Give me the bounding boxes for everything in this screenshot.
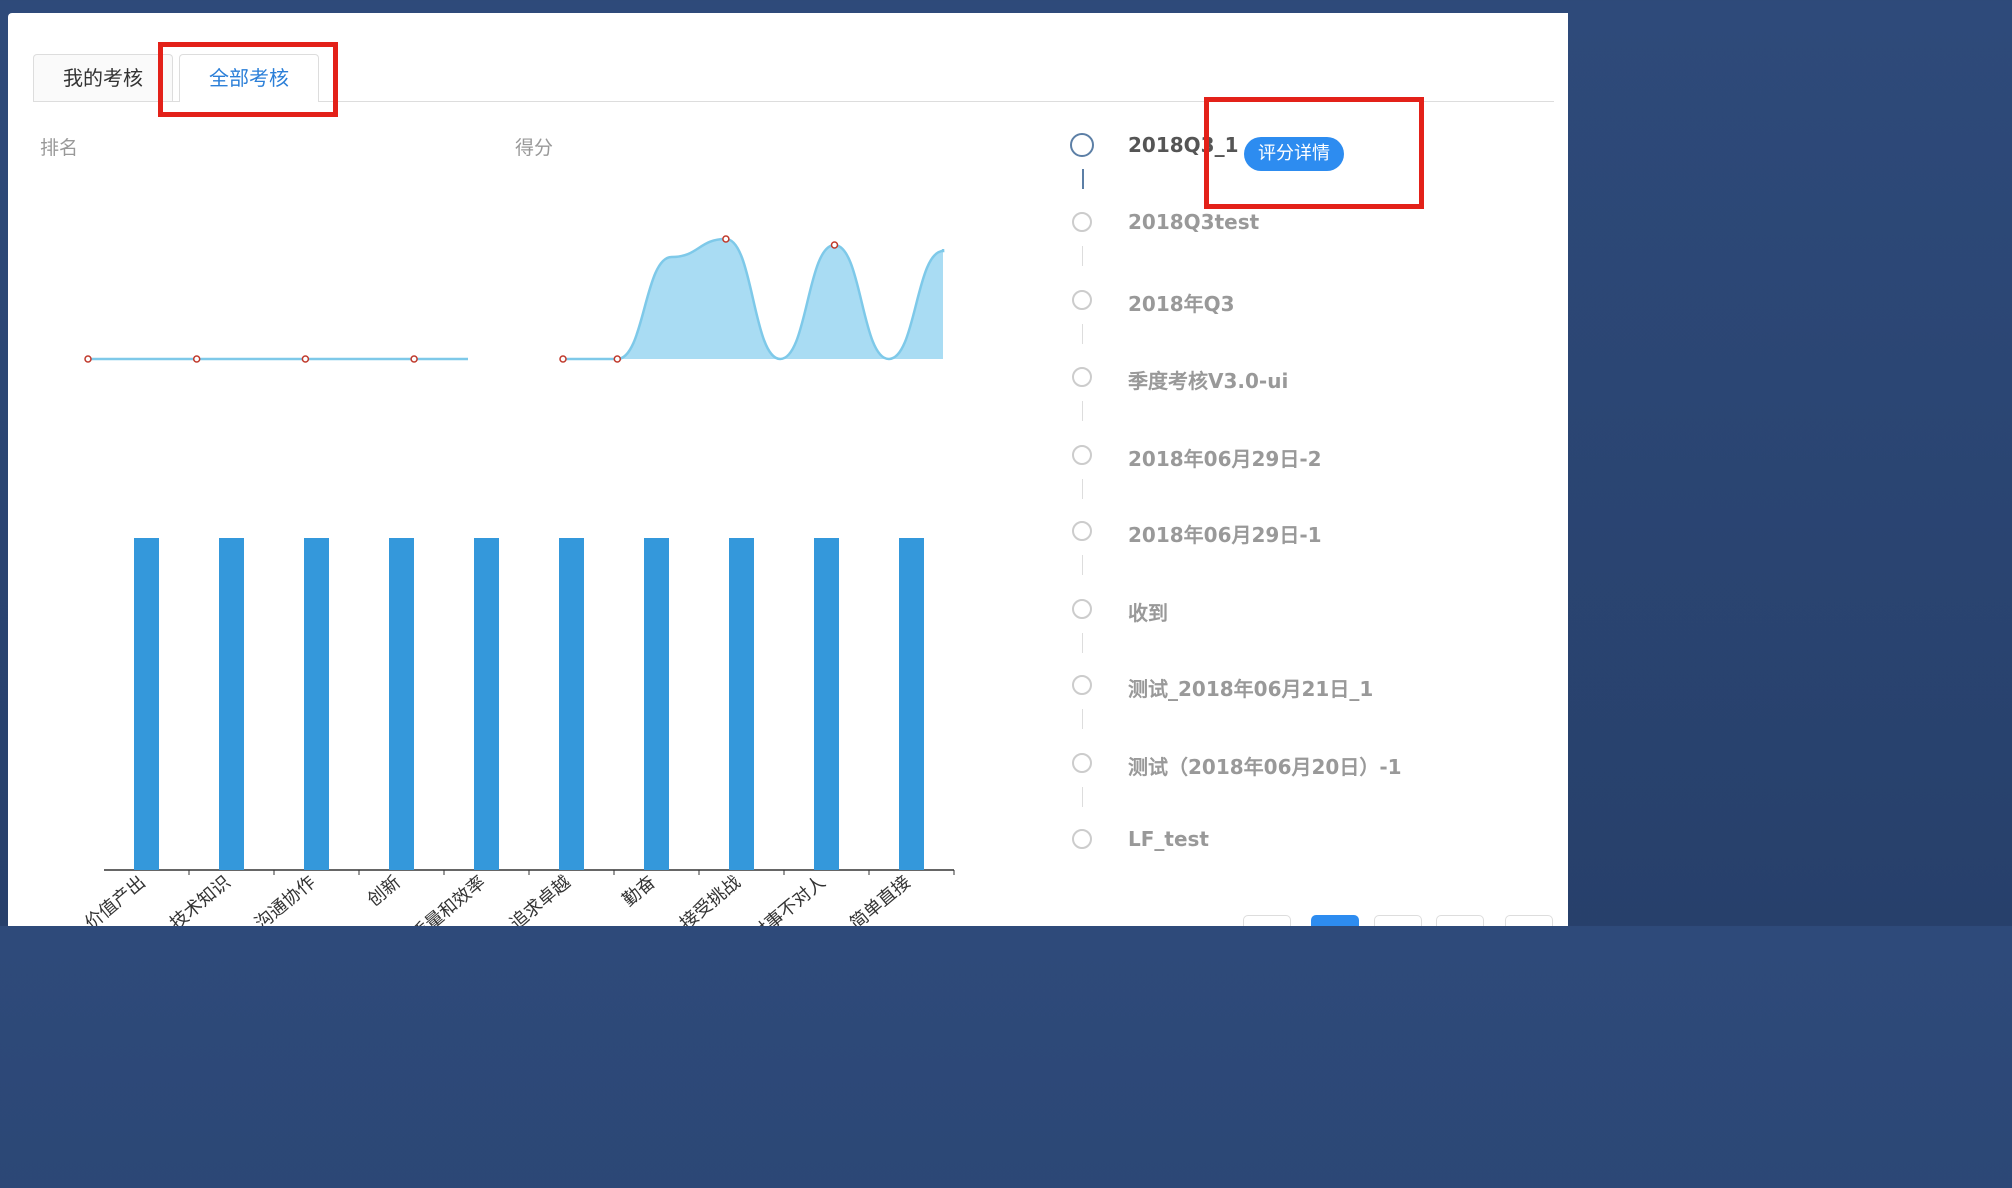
timeline-connector	[1082, 555, 1083, 575]
timeline-item-label: LF_test	[1128, 827, 1209, 851]
timeline-item-label: 测试_2018年06月21日_1	[1128, 677, 1374, 701]
rank-point	[192, 355, 201, 363]
timeline-item-label: 2018Q3_1	[1128, 133, 1239, 157]
timeline-connector	[1082, 401, 1083, 421]
bar	[559, 538, 584, 870]
x-tick-label: 简单直接	[846, 872, 915, 926]
timeline-node-icon	[1072, 599, 1092, 619]
bar	[304, 538, 329, 870]
rank-point	[301, 355, 310, 363]
bar	[644, 538, 669, 870]
x-tick-label: 对事不对人	[747, 872, 829, 926]
timeline-node-icon	[1072, 521, 1092, 541]
timeline-connector	[1082, 633, 1083, 653]
timeline-item-label: 2018年06月29日-2	[1128, 447, 1322, 471]
rank-point	[410, 355, 418, 363]
timeline-node-icon	[1072, 212, 1092, 232]
tab-all-assessment[interactable]: 全部考核	[179, 54, 319, 102]
timeline-connector	[1082, 246, 1083, 266]
score-area-chart	[559, 235, 945, 363]
score-point	[722, 235, 730, 243]
x-tick-label: 价值产出	[81, 872, 150, 926]
x-tick-label: 技术知识	[166, 872, 235, 926]
timeline-node-icon	[1072, 367, 1092, 387]
rank-point	[84, 355, 92, 363]
bar	[814, 538, 839, 870]
pager-next[interactable]	[1505, 915, 1553, 926]
timeline-item-label: 季度考核V3.0-ui	[1128, 369, 1289, 393]
bar	[219, 538, 244, 870]
bar	[474, 538, 499, 870]
dimension-bar-chart: 价值产出 技术知识 沟通协作 创新 质量和效率 追求卓越 勤奋 接受挑战 对事不对人 简单直接	[81, 538, 955, 926]
timeline-node-icon	[1070, 133, 1094, 157]
bar	[899, 538, 924, 870]
timeline-connector	[1082, 324, 1083, 344]
timeline-node-icon	[1072, 753, 1092, 773]
timeline-node-icon	[1072, 290, 1092, 310]
timeline-node-icon	[1072, 675, 1092, 695]
score-chart-title: 得分	[515, 137, 554, 159]
rank-line-chart	[84, 355, 468, 363]
bar	[389, 538, 414, 870]
pager-page-current[interactable]	[1311, 915, 1359, 926]
timeline-connector	[1082, 709, 1083, 729]
score-point	[830, 241, 839, 249]
timeline-node-icon	[1072, 829, 1092, 849]
timeline-connector	[1082, 479, 1083, 499]
score-point	[559, 355, 567, 363]
timeline-connector	[1082, 787, 1083, 807]
timeline-item-label: 测试（2018年06月20日）-1	[1128, 755, 1402, 779]
x-tick-label: 勤奋	[619, 872, 660, 911]
rank-chart-title: 排名	[40, 137, 79, 159]
pager-page[interactable]	[1374, 915, 1422, 926]
score-detail-button[interactable]: 评分详情	[1244, 137, 1344, 171]
x-tick-label: 追求卓越	[506, 872, 575, 926]
x-tick-label: 沟通协作	[251, 872, 320, 926]
timeline-item-label: 2018年06月29日-1	[1128, 523, 1322, 547]
timeline-connector	[1082, 169, 1084, 189]
x-tick-label: 质量和效率	[407, 872, 489, 926]
pager-page[interactable]	[1436, 915, 1484, 926]
x-tick-label: 接受挑战	[676, 872, 745, 926]
main-panel: 我的考核 全部考核 排名 得分 价值产出 技术知识 沟通协作 创新 质量和效率 追求卓越 勤…	[8, 13, 1568, 926]
x-tick-label: 创新	[364, 872, 405, 911]
timeline-item-label: 2018年Q3	[1128, 292, 1235, 316]
score-point	[613, 355, 622, 363]
timeline-item-label: 收到	[1128, 601, 1168, 625]
bar	[134, 538, 159, 870]
timeline-node-icon	[1072, 445, 1092, 465]
tab-my-assessment[interactable]: 我的考核	[33, 54, 173, 101]
pager-prev[interactable]	[1243, 915, 1291, 926]
timeline-item-label: 2018Q3test	[1128, 210, 1260, 234]
bar	[729, 538, 754, 870]
